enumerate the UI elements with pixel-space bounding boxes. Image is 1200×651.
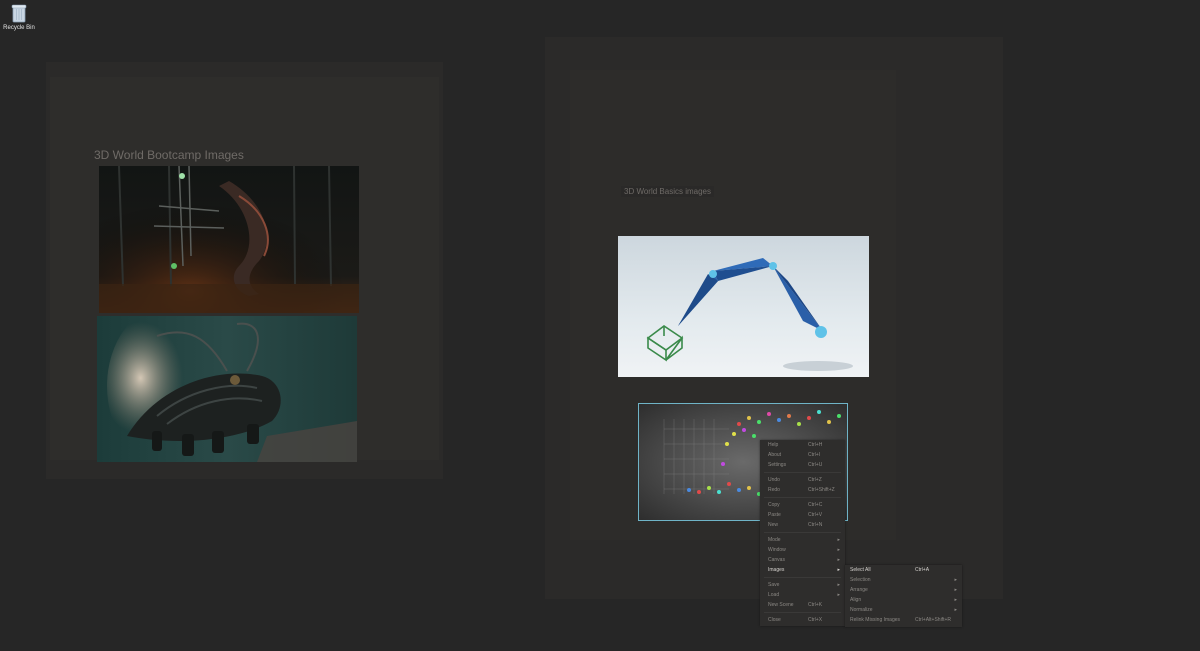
menu-item-label: New Scene [768,602,794,608]
context-menu: Help Ctrl+H About Ctrl+I Settings Ctrl+U… [760,440,845,626]
menu-item-relink-missing-images[interactable]: Relink Missing Images Ctrl+Alt+Shift+R [845,615,962,625]
menu-item-canvas[interactable]: Canvas ▸ [760,555,845,565]
menu-item-label: Images [768,567,785,573]
menu-item-label: Close [768,617,781,623]
menu-item-shortcut: Ctrl+Alt+Shift+R [915,617,951,623]
menu-item-label: Window [768,547,786,553]
menu-item-paste[interactable]: Paste Ctrl+V [760,510,845,520]
menu-divider [764,532,841,533]
menu-item-shortcut: Ctrl+X [808,617,823,623]
recycle-bin-icon [11,3,27,23]
board-basics-title[interactable]: 3D World Basics images [621,186,714,197]
menu-item-normalize[interactable]: Normalize ▸ [845,605,962,615]
menu-item-images[interactable]: Images ▸ [760,565,845,575]
submenu-arrow-icon: ▸ [837,567,840,573]
menu-divider [764,472,841,473]
menu-item-undo[interactable]: Undo Ctrl+Z [760,475,845,485]
robot-scene-image[interactable] [99,166,359,313]
board-bootcamp-title[interactable]: 3D World Bootcamp Images [94,148,244,162]
menu-item-shortcut: Ctrl+Shift+Z [808,487,835,493]
images-submenu: Select All Ctrl+A Selection ▸ Arrange ▸ … [845,565,962,627]
menu-item-label: Selection [850,577,871,583]
menu-item-label: Redo [768,487,780,493]
submenu-arrow-icon: ▸ [954,577,957,583]
submenu-arrow-icon: ▸ [837,537,840,543]
submenu-arrow-icon: ▸ [954,607,957,613]
submenu-arrow-icon: ▸ [837,547,840,553]
menu-item-select-all[interactable]: Select All Ctrl+A [845,565,962,575]
menu-item-new-scene[interactable]: New Scene Ctrl+K [760,600,845,610]
menu-item-shortcut: Ctrl+N [808,522,823,528]
menu-item-save[interactable]: Save ▸ [760,580,845,590]
menu-item-load[interactable]: Load ▸ [760,590,845,600]
menu-item-close[interactable]: Close Ctrl+X [760,615,845,625]
submenu-arrow-icon: ▸ [954,587,957,593]
menu-item-arrange[interactable]: Arrange ▸ [845,585,962,595]
menu-item-shortcut: Ctrl+Z [808,477,822,483]
menu-item-shortcut: Ctrl+V [808,512,823,518]
bone-chain-image[interactable] [618,236,869,377]
menu-item-align[interactable]: Align ▸ [845,595,962,605]
menu-item-label: Normalize [850,607,873,613]
menu-item-selection[interactable]: Selection ▸ [845,575,962,585]
menu-item-mode[interactable]: Mode ▸ [760,535,845,545]
menu-divider [764,577,841,578]
menu-item-label: Save [768,582,780,588]
menu-item-label: Canvas [768,557,785,563]
recycle-bin-label: Recycle Bin [3,25,35,31]
menu-item-label: Arrange [850,587,868,593]
menu-item-shortcut: Ctrl+U [808,462,823,468]
submenu-arrow-icon: ▸ [954,597,957,603]
menu-item-shortcut: Ctrl+H [808,442,823,448]
menu-item-new[interactable]: New Ctrl+N [760,520,845,530]
menu-divider [764,612,841,613]
menu-item-label: About [768,452,782,458]
menu-item-label: Paste [768,512,781,518]
recycle-bin[interactable]: Recycle Bin [2,3,36,31]
submenu-arrow-icon: ▸ [837,592,840,598]
insect-robot-image[interactable] [97,316,357,462]
menu-item-label: Copy [768,502,780,508]
menu-item-label: Align [850,597,862,603]
menu-item-label: Load [768,592,780,598]
menu-item-help[interactable]: Help Ctrl+H [760,440,845,450]
menu-item-label: Settings [768,462,787,468]
menu-item-label: New [768,522,779,528]
submenu-arrow-icon: ▸ [837,557,840,563]
menu-item-shortcut: Ctrl+A [915,567,930,573]
menu-item-about[interactable]: About Ctrl+I [760,450,845,460]
menu-item-label: Select All [850,567,871,573]
submenu-arrow-icon: ▸ [837,582,840,588]
menu-item-window[interactable]: Window ▸ [760,545,845,555]
menu-item-copy[interactable]: Copy Ctrl+C [760,500,845,510]
menu-item-redo[interactable]: Redo Ctrl+Shift+Z [760,485,845,495]
menu-divider [764,497,841,498]
menu-item-shortcut: Ctrl+I [808,452,821,458]
menu-item-label: Relink Missing Images [850,617,901,623]
menu-item-shortcut: Ctrl+C [808,502,823,508]
menu-item-settings[interactable]: Settings Ctrl+U [760,460,845,470]
menu-item-label: Mode [768,537,781,543]
menu-item-shortcut: Ctrl+K [808,602,823,608]
menu-item-label: Help [768,442,779,448]
menu-item-label: Undo [768,477,780,483]
